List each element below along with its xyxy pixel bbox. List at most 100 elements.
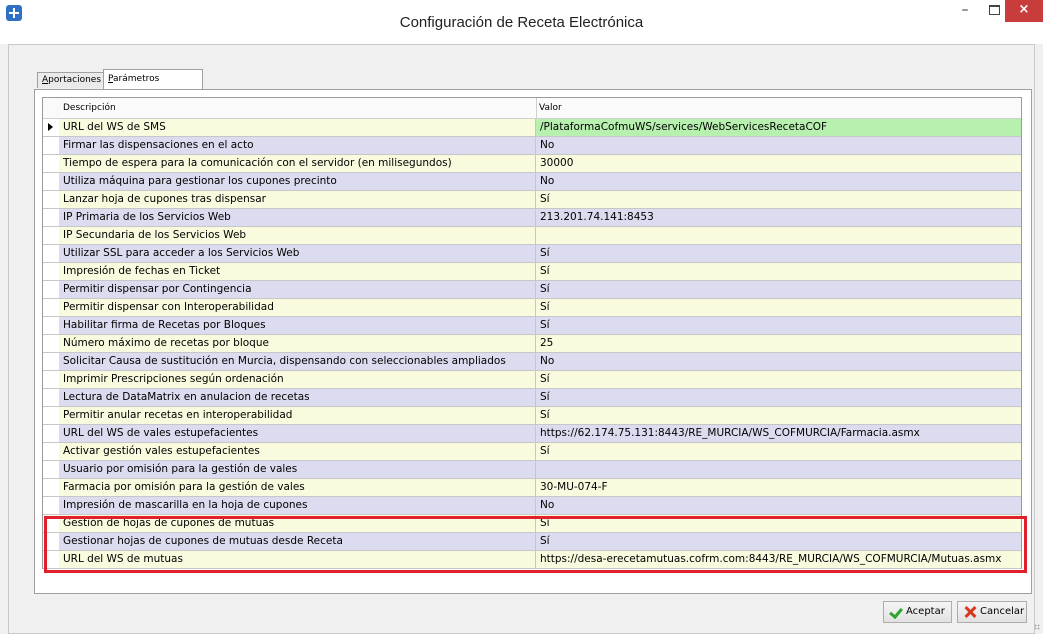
cell-valor[interactable]: https://62.174.75.131:8443/RE_MURCIA/WS_… xyxy=(536,425,1021,442)
cell-descripcion: Imprimir Prescripciones según ordenación xyxy=(59,371,536,388)
cell-valor[interactable]: Sí xyxy=(536,281,1021,298)
table-row[interactable]: URL del WS de vales estupefacientes https… xyxy=(43,425,1021,443)
cell-valor[interactable]: /PlataformaCofmuWS/services/WebServicesR… xyxy=(536,119,1021,136)
row-indicator[interactable] xyxy=(43,317,60,334)
row-indicator[interactable] xyxy=(43,461,60,478)
cell-valor[interactable]: No xyxy=(536,173,1021,190)
table-row[interactable]: Tiempo de espera para la comunicación co… xyxy=(43,155,1021,173)
cell-descripcion: Permitir anular recetas en interoperabil… xyxy=(59,407,536,424)
accept-button[interactable]: Aceptar xyxy=(883,601,952,623)
row-indicator[interactable] xyxy=(43,371,60,388)
cell-descripcion: Lanzar hoja de cupones tras dispensar xyxy=(59,191,536,208)
cell-valor[interactable]: Sí xyxy=(536,317,1021,334)
column-header-valor[interactable]: Valor xyxy=(539,103,562,113)
tab-aportaciones[interactable]: Aportaciones xyxy=(37,72,107,88)
cell-valor[interactable]: No xyxy=(536,137,1021,154)
resize-grip[interactable] xyxy=(1034,624,1040,630)
table-row[interactable]: Imprimir Prescripciones según ordenación… xyxy=(43,371,1021,389)
cell-valor[interactable]: 25 xyxy=(536,335,1021,352)
cell-valor[interactable] xyxy=(536,461,1021,478)
table-row[interactable]: Usuario por omisión para la gestión de v… xyxy=(43,461,1021,479)
cell-valor[interactable]: Sí xyxy=(536,191,1021,208)
row-indicator[interactable] xyxy=(43,389,60,406)
cancel-button[interactable]: Cancelar xyxy=(957,601,1027,623)
table-row[interactable]: Permitir anular recetas en interoperabil… xyxy=(43,407,1021,425)
row-indicator[interactable] xyxy=(43,497,60,514)
row-indicator[interactable] xyxy=(43,443,60,460)
cell-valor[interactable]: Sí xyxy=(536,299,1021,316)
cell-valor[interactable]: Sí xyxy=(536,245,1021,262)
row-indicator[interactable] xyxy=(43,263,60,280)
row-indicator[interactable] xyxy=(43,335,60,352)
cell-valor[interactable]: No xyxy=(536,353,1021,370)
cell-descripcion: Usuario por omisión para la gestión de v… xyxy=(59,461,536,478)
cell-valor[interactable]: Sí xyxy=(536,263,1021,280)
minimize-button[interactable]: – xyxy=(951,0,979,22)
table-row[interactable]: Impresión de fechas en Ticket Sí xyxy=(43,263,1021,281)
row-indicator[interactable] xyxy=(43,137,60,154)
title-bar: Configuración de Receta Electrónica – × xyxy=(0,0,1043,44)
cell-valor[interactable]: 30000 xyxy=(536,155,1021,172)
table-row[interactable]: Activar gestión vales estupefacientes Sí xyxy=(43,443,1021,461)
column-header-descripcion[interactable]: Descripción xyxy=(63,103,116,113)
table-row[interactable]: Firmar las dispensaciones en el acto No xyxy=(43,137,1021,155)
cancel-x-icon xyxy=(963,605,977,619)
row-indicator[interactable] xyxy=(43,353,60,370)
table-row[interactable]: Número máximo de recetas por bloque 25 xyxy=(43,335,1021,353)
table-row[interactable]: Farmacia por omisión para la gestión de … xyxy=(43,479,1021,497)
row-indicator[interactable] xyxy=(43,191,60,208)
cell-descripcion: Lectura de DataMatrix en anulacion de re… xyxy=(59,389,536,406)
table-row[interactable]: Solicitar Causa de sustitución en Murcia… xyxy=(43,353,1021,371)
cell-descripcion: Activar gestión vales estupefacientes xyxy=(59,443,536,460)
cell-descripcion: Permitir dispensar con Interoperabilidad xyxy=(59,299,536,316)
row-indicator[interactable] xyxy=(43,407,60,424)
row-indicator[interactable] xyxy=(43,281,60,298)
window-title: Configuración de Receta Electrónica xyxy=(399,14,644,31)
table-row[interactable]: Impresión de mascarilla en la hoja de cu… xyxy=(43,497,1021,515)
table-row[interactable]: Habilitar firma de Recetas por Bloques Sí xyxy=(43,317,1021,335)
row-indicator[interactable] xyxy=(43,245,60,262)
cell-descripcion: Habilitar firma de Recetas por Bloques xyxy=(59,317,536,334)
table-row[interactable]: IP Primaria de los Servicios Web 213.201.… xyxy=(43,209,1021,227)
row-indicator[interactable] xyxy=(43,173,60,190)
maximize-icon xyxy=(988,5,1000,15)
cell-valor[interactable]: Sí xyxy=(536,407,1021,424)
row-indicator[interactable] xyxy=(43,155,60,172)
cell-descripcion: IP Primaria de los Servicios Web xyxy=(59,209,536,226)
cell-valor[interactable] xyxy=(536,227,1021,244)
parameters-grid[interactable]: Descripción Valor URL del WS de SMS/Plat… xyxy=(42,97,1022,569)
cell-descripcion: Farmacia por omisión para la gestión de … xyxy=(59,479,536,496)
cell-valor[interactable]: 30-MU-074-F xyxy=(536,479,1021,496)
table-row[interactable]: Permitir dispensar con Interoperabilidad… xyxy=(43,299,1021,317)
table-row[interactable]: Utilizar SSL para acceder a los Servicio… xyxy=(43,245,1021,263)
row-indicator[interactable] xyxy=(43,479,60,496)
cell-descripcion: IP Secundaria de los Servicios Web xyxy=(59,227,536,244)
cell-descripcion: Firmar las dispensaciones en el acto xyxy=(59,137,536,154)
column-separator[interactable] xyxy=(536,98,537,118)
row-indicator[interactable] xyxy=(43,425,60,442)
row-indicator[interactable] xyxy=(43,227,60,244)
cell-valor[interactable]: 213.201.74.141:8453 xyxy=(536,209,1021,226)
row-indicator[interactable] xyxy=(43,209,60,226)
cell-valor[interactable]: Sí xyxy=(536,371,1021,388)
table-row[interactable]: URL del WS de SMS/PlataformaCofmuWS/serv… xyxy=(43,119,1021,137)
maximize-button[interactable] xyxy=(980,0,1008,22)
current-row-arrow-icon xyxy=(48,123,53,131)
tab-parametros[interactable]: Parámetros xyxy=(103,69,203,90)
table-row[interactable]: Permitir dispensar por Contingencia Sí xyxy=(43,281,1021,299)
cell-valor[interactable]: No xyxy=(536,497,1021,514)
cell-descripcion: Número máximo de recetas por bloque xyxy=(59,335,536,352)
close-button[interactable]: × xyxy=(1005,0,1043,22)
cell-descripcion: Solicitar Causa de sustitución en Murcia… xyxy=(59,353,536,370)
accept-button-label: Aceptar xyxy=(906,606,945,617)
cell-descripcion: Permitir dispensar por Contingencia xyxy=(59,281,536,298)
table-row[interactable]: Utiliza máquina para gestionar los cupon… xyxy=(43,173,1021,191)
cell-valor[interactable]: Sí xyxy=(536,389,1021,406)
cell-valor[interactable]: Sí xyxy=(536,443,1021,460)
tab-label: portaciones xyxy=(48,75,102,85)
table-row[interactable]: Lanzar hoja de cupones tras dispensar Sí xyxy=(43,191,1021,209)
row-indicator[interactable] xyxy=(43,299,60,316)
table-row[interactable]: Lectura de DataMatrix en anulacion de re… xyxy=(43,389,1021,407)
table-row[interactable]: IP Secundaria de los Servicios Web xyxy=(43,227,1021,245)
row-indicator[interactable] xyxy=(43,119,60,136)
